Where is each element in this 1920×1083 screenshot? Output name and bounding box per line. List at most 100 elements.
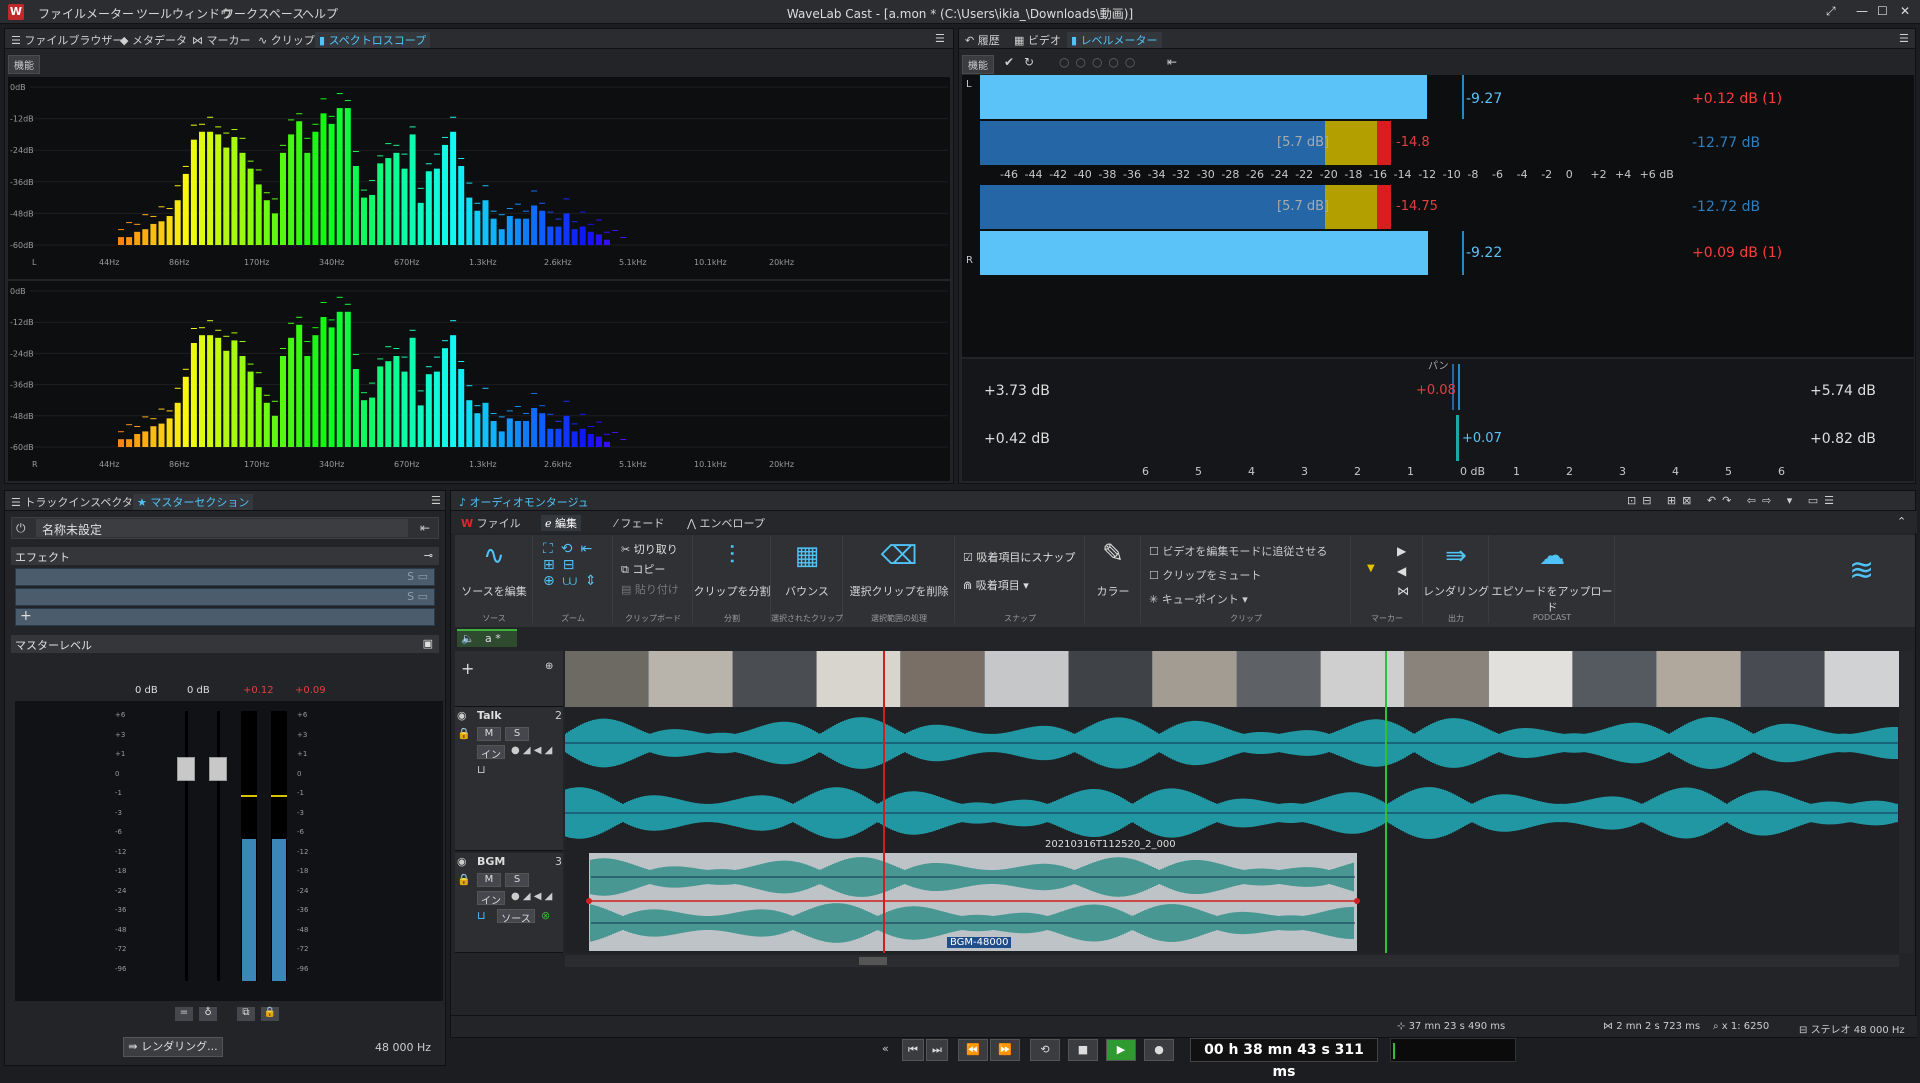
add-effect-icon[interactable]: + [20, 608, 32, 624]
zoom-tools-icons[interactable]: ⛶⟲⇤ ⊞⊟ ⊕⩊⇕ [543, 541, 605, 589]
cue-point-dropdown[interactable]: ✳ キューポイント ▾ [1149, 591, 1248, 607]
bgm-record-icon[interactable]: ● ◢ ◀ ◢ [511, 891, 552, 902]
selection-length[interactable]: ⋈ 2 mn 2 s 723 ms [1603, 1021, 1700, 1032]
restore-layout-icon[interactable]: ⤢ [1826, 4, 1836, 19]
panel-menu-icon[interactable]: ☰ [1899, 32, 1909, 45]
talk-route-icon[interactable]: ⊔ [477, 763, 486, 776]
zoom-level[interactable]: ⌕ x 1: 6250 [1713, 1021, 1769, 1032]
tab-video[interactable]: ▦ ビデオ [1014, 32, 1061, 48]
talk-record-icon[interactable]: ● ◢ ◀ ◢ [511, 745, 552, 756]
collapse-ribbon-icon[interactable]: ⌃ [1897, 515, 1906, 528]
minimize-button[interactable]: — [1856, 4, 1868, 18]
track-settings-icon[interactable]: ⊕ [545, 661, 553, 672]
transport-collapse-icon[interactable]: « [882, 1042, 889, 1055]
timecode-display[interactable]: 00 h 38 mn 43 s 311 ms [1190, 1038, 1378, 1080]
play-button[interactable]: ▶ [1106, 1039, 1136, 1061]
fader-handle-l[interactable] [177, 757, 195, 781]
vertical-scrollbar[interactable] [1899, 651, 1913, 953]
effects-menu-icon[interactable]: ⊸ [424, 549, 433, 562]
render-button[interactable]: ⇛ レンダリング... [123, 1037, 223, 1057]
bounce-icon[interactable]: ▦ [771, 541, 843, 571]
mute-clip-checkbox[interactable]: ☐ クリップをミュート [1149, 567, 1261, 583]
tab-m-fade[interactable]: ⁄ フェード [615, 515, 664, 531]
forward-button[interactable]: ⏩ [990, 1039, 1020, 1061]
collapse-icon[interactable]: ⇤ [420, 521, 430, 535]
marker-dropdown-icon[interactable]: ▼ [1367, 563, 1375, 574]
reset-icon[interactable]: ↻ [1024, 55, 1034, 69]
talk-solo-button[interactable]: S [505, 727, 529, 741]
video-follow-checkbox[interactable]: ☐ ビデオを編集モードに追従させる [1149, 543, 1327, 559]
talk-lock-icon[interactable]: 🔒 [457, 727, 471, 740]
paste-button[interactable]: ▤ 貼り付け [621, 581, 679, 597]
render-icon[interactable]: ⇛ [1423, 541, 1489, 571]
close-button[interactable]: ✕ [1900, 4, 1910, 18]
edit-source-label[interactable]: ソースを編集 [455, 583, 533, 599]
scroll-thumb[interactable] [859, 957, 887, 965]
edit-source-icon[interactable]: ∿ [455, 541, 533, 571]
function-button[interactable]: 機能 [962, 55, 994, 74]
track-toggle-icon[interactable]: ◉ [457, 709, 467, 722]
talk-input-button[interactable]: イン [477, 745, 505, 761]
render-label[interactable]: レンダリング [1423, 583, 1489, 599]
edit-cursor[interactable] [883, 651, 885, 953]
tab-spectroscope[interactable]: ▮ スペクトロスコープ [315, 32, 431, 48]
check-icon[interactable]: ✔ [1004, 55, 1014, 69]
dither-icon[interactable]: ♁ [199, 1007, 217, 1021]
audio-format[interactable]: ⊟ ステレオ 48 000 Hz [1799, 1021, 1905, 1036]
bgm-sync-icon[interactable]: ⊗ [541, 909, 550, 922]
bgm-route-icon[interactable]: ⊔ [477, 909, 486, 922]
cursor-position[interactable]: ⊹ 37 mn 23 s 490 ms [1397, 1021, 1505, 1032]
step-icon[interactable]: ⇤ [1167, 55, 1177, 69]
video-thumbnail-strip[interactable] [565, 651, 1899, 707]
snap-items-dropdown[interactable]: ⋒ 吸着項目 ▾ [963, 577, 1029, 593]
bgm-solo-button[interactable]: S [505, 873, 529, 887]
bgm-input-button[interactable]: イン [477, 891, 505, 907]
lock-icon[interactable]: 🔒 [261, 1007, 279, 1021]
bgm-source-button[interactable]: ソース [497, 909, 535, 925]
tab-metadata[interactable]: ◆ メタデータ [120, 32, 187, 48]
bgm-mute-button[interactable]: M [477, 873, 501, 887]
tab-m-envelope[interactable]: ⋀ エンベロープ [687, 515, 765, 531]
effect-slot-1[interactable]: S ▭ [15, 568, 435, 586]
panel-menu-icon[interactable]: ☰ [431, 494, 441, 507]
color-label[interactable]: カラー [1085, 583, 1141, 599]
tab-file-browser[interactable]: ☰ ファイルブラウザー [11, 32, 123, 48]
link-icon[interactable]: = [175, 1007, 193, 1021]
slot-solo-icon[interactable]: S ▭ [407, 570, 428, 583]
split-clip-label[interactable]: クリップを分割 [693, 583, 771, 599]
tab-track-inspector[interactable]: ☰ トラックインスペクター [11, 494, 144, 510]
color-pen-icon[interactable]: ✎ [1085, 539, 1141, 569]
track-toggle-icon[interactable]: ◉ [457, 855, 467, 868]
master-level-icon[interactable]: ▣ [423, 637, 433, 650]
eraser-icon[interactable]: ⌫ [843, 541, 955, 571]
horizontal-scrollbar[interactable] [565, 955, 1899, 967]
goto-start-button[interactable]: ⏮ [902, 1039, 924, 1061]
snap-checkbox[interactable]: ☑ 吸着項目にスナップ [963, 549, 1075, 565]
tab-clip[interactable]: ∿ クリップ [258, 32, 315, 48]
record-button[interactable]: ● [1144, 1039, 1174, 1061]
cut-button[interactable]: ✂ 切り取り [621, 541, 678, 557]
tab-master-section[interactable]: ★ マスターセクション [133, 494, 254, 510]
delete-clip-label[interactable]: 選択クリップを削除 [843, 583, 955, 599]
talk-mute-button[interactable]: M [477, 727, 501, 741]
montage-top-icons[interactable]: ⊡⊟ ⊞⊠ ↶↷ ⇦⇨ ▾ ▭☰ [1627, 494, 1840, 507]
effect-slot-2[interactable]: S ▭ [15, 588, 435, 606]
upload-cloud-icon[interactable]: ☁ [1489, 541, 1615, 571]
loop-button[interactable]: ⟲ [1030, 1039, 1060, 1061]
goto-end-button[interactable]: ⏭ [926, 1039, 948, 1061]
tab-m-file[interactable]: W ファイル [461, 515, 521, 531]
marker-nav-icons[interactable]: ▶ ◀ ⋈ [1397, 541, 1409, 601]
fader-handle-r[interactable] [209, 757, 227, 781]
playback-cursor[interactable] [1385, 651, 1387, 953]
split-clip-icon[interactable]: ⫶ [693, 541, 771, 572]
add-effect-row[interactable]: + [15, 608, 435, 626]
stop-button[interactable]: ■ [1068, 1039, 1098, 1061]
function-button[interactable]: 機能 [8, 55, 40, 74]
bgm-lock-icon[interactable]: 🔒 [457, 873, 471, 886]
preset-field[interactable]: 名称未設定 [36, 519, 408, 537]
bounce-label[interactable]: バウンス [771, 583, 843, 599]
upload-label[interactable]: エピソードをアップロード [1489, 583, 1615, 615]
maximize-button[interactable]: ☐ [1877, 4, 1888, 18]
tab-marker[interactable]: ⋈ マーカー [192, 32, 251, 48]
copy-button[interactable]: ⧉ コピー [621, 561, 665, 577]
